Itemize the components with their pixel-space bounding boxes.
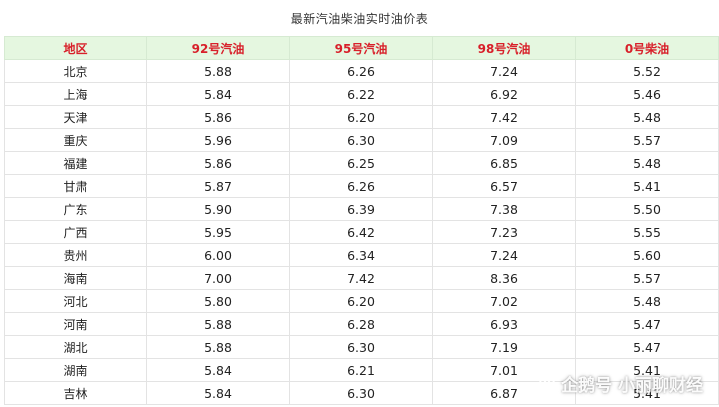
cell-gasoline-92: 7.00 <box>146 266 290 290</box>
cell-gasoline-95: 6.26 <box>289 174 433 198</box>
header-gasoline-92: 92号汽油 <box>146 36 290 60</box>
watermark: 企鹅号 小丽聊财经 <box>537 370 703 396</box>
cell-gasoline-92: 5.84 <box>146 358 290 382</box>
cell-gasoline-98: 6.92 <box>432 82 576 106</box>
cell-diesel-0: 5.48 <box>575 151 719 175</box>
table-row: 天津 5.86 6.20 7.42 5.48 <box>4 105 719 129</box>
cell-region: 贵州 <box>4 243 147 267</box>
cell-gasoline-95: 6.30 <box>289 335 433 359</box>
header-gasoline-98: 98号汽油 <box>432 36 576 60</box>
cell-gasoline-92: 5.95 <box>146 220 290 244</box>
cell-gasoline-95: 6.22 <box>289 82 433 106</box>
cell-region: 河北 <box>4 289 147 313</box>
cell-region: 湖南 <box>4 358 147 382</box>
cell-gasoline-92: 5.80 <box>146 289 290 313</box>
cell-diesel-0: 5.46 <box>575 82 719 106</box>
table-caption: 最新汽油柴油实时油价表 <box>290 12 429 26</box>
watermark-text: 企鹅号 小丽聊财经 <box>561 375 703 396</box>
table-row: 海南 7.00 7.42 8.36 5.57 <box>4 266 719 290</box>
table-header-row: 地区 92号汽油 95号汽油 98号汽油 0号柴油 <box>4 36 719 60</box>
cell-gasoline-92: 5.88 <box>146 335 290 359</box>
cell-gasoline-98: 7.23 <box>432 220 576 244</box>
cell-region: 广东 <box>4 197 147 221</box>
cell-gasoline-98: 6.57 <box>432 174 576 198</box>
table-row: 福建 5.86 6.25 6.85 5.48 <box>4 151 719 175</box>
cell-region: 甘肃 <box>4 174 147 198</box>
cell-gasoline-95: 6.21 <box>289 358 433 382</box>
cell-gasoline-95: 6.26 <box>289 59 433 83</box>
cell-gasoline-95: 6.30 <box>289 128 433 152</box>
cell-gasoline-98: 6.93 <box>432 312 576 336</box>
cell-diesel-0: 5.47 <box>575 335 719 359</box>
table-row: 上海 5.84 6.22 6.92 5.46 <box>4 82 719 106</box>
cell-diesel-0: 5.47 <box>575 312 719 336</box>
penguin-logo-icon <box>537 373 557 393</box>
cell-gasoline-98: 7.42 <box>432 105 576 129</box>
cell-diesel-0: 5.60 <box>575 243 719 267</box>
cell-gasoline-98: 7.24 <box>432 243 576 267</box>
table-row: 重庆 5.96 6.30 7.09 5.57 <box>4 128 719 152</box>
cell-diesel-0: 5.57 <box>575 128 719 152</box>
cell-gasoline-92: 5.86 <box>146 151 290 175</box>
cell-gasoline-98: 7.02 <box>432 289 576 313</box>
cell-region: 河南 <box>4 312 147 336</box>
cell-gasoline-98: 7.09 <box>432 128 576 152</box>
cell-gasoline-98: 6.85 <box>432 151 576 175</box>
cell-diesel-0: 5.50 <box>575 197 719 221</box>
cell-gasoline-92: 5.90 <box>146 197 290 221</box>
cell-diesel-0: 5.48 <box>575 105 719 129</box>
table-row: 河南 5.88 6.28 6.93 5.47 <box>4 312 719 336</box>
header-gasoline-95: 95号汽油 <box>289 36 433 60</box>
table-row: 北京 5.88 6.26 7.24 5.52 <box>4 59 719 83</box>
cell-region: 北京 <box>4 59 147 83</box>
cell-region: 吉林 <box>4 381 147 405</box>
cell-region: 重庆 <box>4 128 147 152</box>
cell-gasoline-95: 6.28 <box>289 312 433 336</box>
cell-region: 天津 <box>4 105 147 129</box>
cell-gasoline-92: 5.86 <box>146 105 290 129</box>
cell-region: 湖北 <box>4 335 147 359</box>
cell-region: 上海 <box>4 82 147 106</box>
cell-gasoline-95: 6.25 <box>289 151 433 175</box>
cell-gasoline-95: 6.30 <box>289 381 433 405</box>
table-row: 湖北 5.88 6.30 7.19 5.47 <box>4 335 719 359</box>
cell-region: 福建 <box>4 151 147 175</box>
table-body: 北京 5.88 6.26 7.24 5.52 上海 5.84 6.22 6.92 5.46 天津 5.… <box>4 59 719 405</box>
cell-gasoline-95: 6.42 <box>289 220 433 244</box>
cell-gasoline-92: 5.84 <box>146 82 290 106</box>
fuel-price-table: 地区 92号汽油 95号汽油 98号汽油 0号柴油 北京 5.88 6.26 7.24… <box>4 36 719 405</box>
cell-gasoline-95: 6.20 <box>289 105 433 129</box>
cell-gasoline-95: 6.20 <box>289 289 433 313</box>
table-row: 贵州 6.00 6.34 7.24 5.60 <box>4 243 719 267</box>
cell-diesel-0: 5.52 <box>575 59 719 83</box>
cell-gasoline-98: 7.38 <box>432 197 576 221</box>
cell-gasoline-92: 5.88 <box>146 312 290 336</box>
cell-diesel-0: 5.57 <box>575 266 719 290</box>
cell-region: 广西 <box>4 220 147 244</box>
cell-diesel-0: 5.41 <box>575 174 719 198</box>
cell-gasoline-92: 6.00 <box>146 243 290 267</box>
cell-gasoline-98: 7.19 <box>432 335 576 359</box>
cell-gasoline-98: 8.36 <box>432 266 576 290</box>
cell-gasoline-92: 5.84 <box>146 381 290 405</box>
cell-gasoline-95: 6.34 <box>289 243 433 267</box>
header-region: 地区 <box>4 36 147 60</box>
table-row: 河北 5.80 6.20 7.02 5.48 <box>4 289 719 313</box>
cell-gasoline-95: 7.42 <box>289 266 433 290</box>
cell-gasoline-92: 5.88 <box>146 59 290 83</box>
cell-diesel-0: 5.55 <box>575 220 719 244</box>
cell-gasoline-98: 7.24 <box>432 59 576 83</box>
cell-gasoline-92: 5.96 <box>146 128 290 152</box>
cell-region: 海南 <box>4 266 147 290</box>
table-row: 广东 5.90 6.39 7.38 5.50 <box>4 197 719 221</box>
cell-gasoline-92: 5.87 <box>146 174 290 198</box>
header-diesel-0: 0号柴油 <box>575 36 719 60</box>
table-row: 甘肃 5.87 6.26 6.57 5.41 <box>4 174 719 198</box>
cell-gasoline-95: 6.39 <box>289 197 433 221</box>
table-row: 广西 5.95 6.42 7.23 5.55 <box>4 220 719 244</box>
cell-diesel-0: 5.48 <box>575 289 719 313</box>
